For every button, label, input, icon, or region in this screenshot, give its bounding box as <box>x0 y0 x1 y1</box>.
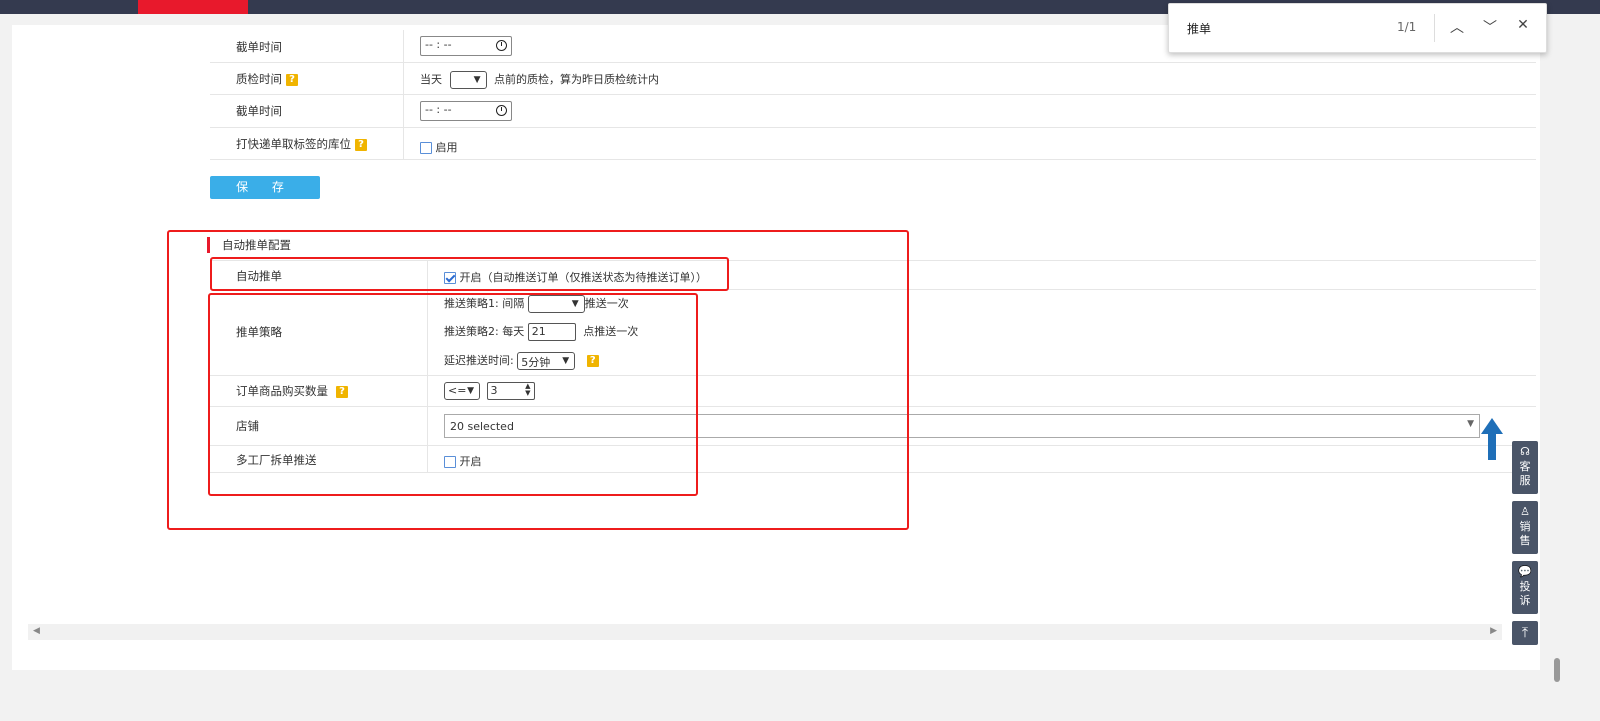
find-count: 1/1 <box>1397 20 1417 34</box>
chevron-down-icon: ▼ <box>571 299 579 309</box>
strategy-1: 推送策略1: 间隔 ▼ 推送一次 <box>444 295 629 313</box>
row-label: 质检时间 <box>236 72 282 86</box>
checkbox-label: 开启 <box>459 455 482 468</box>
close-icon[interactable]: ✕ <box>1513 17 1533 33</box>
find-query[interactable]: 推单 <box>1187 20 1211 37</box>
qc-hour-select[interactable]: ▼ <box>449 71 487 89</box>
clock-icon <box>496 40 507 51</box>
find-bar: 推单 1/1 ︿ ﹀ ✕ <box>1168 3 1547 53</box>
chevron-down-icon[interactable]: ﹀ <box>1480 17 1500 37</box>
customer-service-button[interactable]: ☊ 客服 <box>1512 441 1538 494</box>
qc-suffix: 点前的质检，算为昨日质检统计内 <box>494 73 659 86</box>
chevron-down-icon: ▼ <box>1467 419 1474 429</box>
config-row-auto-push: 自动推单 开启（自动推送订单（仅推送状态为待推送订单）） <box>210 260 1536 290</box>
delay-push: 延迟推送时间: 5分钟 ▼ ? <box>444 352 599 370</box>
headset-icon: ☊ <box>1520 445 1530 458</box>
checkbox-label: 启用 <box>435 141 458 154</box>
config-row-qc-time: 质检时间? 当天 ▼ 点前的质检，算为昨日质检统计内 <box>210 63 1536 95</box>
arrow-to-top-icon: ⤒ <box>1521 625 1529 641</box>
help-icon[interactable]: ? <box>586 355 599 367</box>
row-label: 打快递单取标签的库位 <box>236 137 351 151</box>
help-icon[interactable]: ? <box>355 138 367 151</box>
vertical-scrollbar[interactable] <box>1552 40 1562 695</box>
help-icon[interactable]: ? <box>286 73 298 86</box>
horizontal-scrollbar[interactable]: ◀ ▶ <box>28 624 1502 640</box>
row-label: 店铺 <box>236 419 259 433</box>
sales-button[interactable]: ♙ 销售 <box>1512 501 1538 554</box>
scroll-right-icon[interactable]: ▶ <box>1490 626 1497 636</box>
arrow-up-icon <box>1481 418 1503 460</box>
enable-checkbox[interactable] <box>420 142 432 154</box>
config-row-shop: 店铺 20 selected ▼ <box>210 407 1536 446</box>
qc-prefix: 当天 <box>420 73 442 86</box>
config-row-label-location: 打快递单取标签的库位? 启用 <box>210 128 1536 160</box>
config-row-multi-factory: 多工厂拆单推送 开启 <box>210 446 1536 473</box>
multi-factory-checkbox[interactable] <box>444 456 456 468</box>
chevron-up-icon[interactable]: ︿ <box>1447 17 1467 37</box>
complaint-button[interactable]: 💬 投诉 <box>1512 561 1538 614</box>
stepper-arrows-icon[interactable]: ▲ ▼ <box>525 383 530 397</box>
auto-push-checkbox[interactable] <box>444 272 456 284</box>
row-label: 截单时间 <box>236 40 282 54</box>
active-nav-tab[interactable] <box>138 0 248 14</box>
row-label: 推单策略 <box>236 325 282 339</box>
config-row-cutoff-time-2: 截单时间 -- : -- <box>210 95 1536 128</box>
chevron-down-icon: ▼ <box>473 75 481 85</box>
config-row-quantity: 订单商品购买数量? <= ▼ 3 ▲ ▼ <box>210 376 1536 407</box>
delay-select[interactable]: 5分钟 ▼ <box>517 352 576 370</box>
row-label: 截单时间 <box>236 104 282 118</box>
scrollbar-thumb[interactable] <box>1554 658 1560 682</box>
section-title: 自动推单配置 <box>207 237 291 253</box>
save-button[interactable]: 保 存 <box>210 176 320 199</box>
cutoff-time-input[interactable]: -- : -- <box>420 36 512 56</box>
chat-bubble-icon: 💬 <box>1518 565 1532 578</box>
scroll-left-icon[interactable]: ◀ <box>33 626 40 636</box>
user-icon: ♙ <box>1520 505 1530 518</box>
daily-hour-input[interactable]: 21 <box>527 323 576 341</box>
quantity-stepper[interactable]: 3 ▲ ▼ <box>486 382 535 400</box>
back-to-top-button[interactable]: ⤒ <box>1512 621 1538 645</box>
help-icon[interactable]: ? <box>336 385 348 398</box>
chevron-down-icon: ▼ <box>467 386 474 396</box>
quantity-operator-select[interactable]: <= ▼ <box>444 382 480 400</box>
strategy-2: 推送策略2: 每天 21 点推送一次 <box>444 323 638 341</box>
config-row-push-strategy: 推单策略 推送策略1: 间隔 ▼ 推送一次 推送策略2: 每天 21 点推送一次 … <box>210 289 1536 376</box>
row-label: 多工厂拆单推送 <box>236 453 317 467</box>
chevron-down-icon: ▼ <box>562 356 570 366</box>
row-label: 自动推单 <box>236 269 282 283</box>
clock-icon <box>496 105 507 116</box>
cutoff-time-input[interactable]: -- : -- <box>420 101 512 121</box>
interval-select[interactable]: ▼ <box>527 295 585 313</box>
checkbox-label: 开启（自动推送订单（仅推送状态为待推送订单）） <box>459 271 708 284</box>
row-label: 订单商品购买数量 <box>236 384 328 398</box>
shop-multiselect[interactable]: 20 selected ▼ <box>444 414 1480 438</box>
